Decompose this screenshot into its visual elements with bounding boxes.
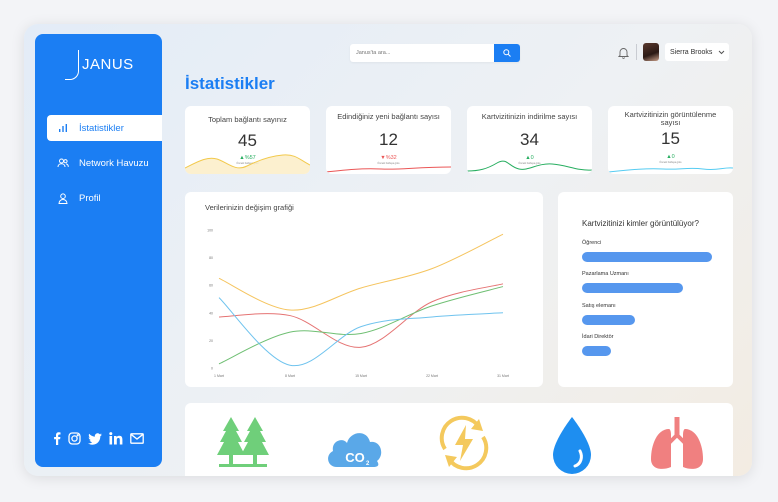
co2-cloud-icon: CO 2	[328, 433, 382, 467]
sidebar-item-label: Network Havuzu	[79, 157, 149, 169]
logo-text: JANUS	[82, 56, 134, 73]
chevron-down-icon	[718, 50, 725, 55]
sidebar-item-network-havuzu[interactable]: Network Havuzu	[47, 150, 162, 176]
series-line-0	[218, 233, 504, 311]
stat-title: Kartvizitinizin indirilme sayısı	[481, 112, 578, 121]
users-icon	[57, 157, 69, 169]
x-tick-label: 8 Mart	[285, 374, 295, 378]
viewers-title: Kartvizitinizi kimler görüntülüyor?	[582, 219, 699, 228]
x-tick-label: 1 Mart	[214, 374, 224, 378]
bar-chart-icon	[57, 122, 69, 134]
twitter-icon[interactable]	[88, 432, 102, 445]
stat-value: 34	[520, 130, 539, 149]
stat-card-card-views: Kartvizitinizin görüntülenme sayısı 15 ▲…	[608, 106, 733, 174]
trees-icon	[217, 417, 269, 467]
svg-text:CO: CO	[345, 450, 365, 465]
y-tick-label: 40	[209, 311, 213, 315]
mail-icon[interactable]	[130, 433, 144, 444]
stat-title: Edindiğiniz yeni bağlantı sayısı	[337, 112, 440, 121]
instagram-icon[interactable]	[68, 432, 81, 445]
search-button[interactable]	[494, 44, 520, 62]
linkedin-icon[interactable]	[109, 432, 123, 445]
viewer-label: Satış elemanı	[582, 303, 616, 309]
social-links	[53, 432, 144, 445]
viewer-label: Öğrenci	[582, 240, 602, 246]
line-chart-card: Verilerinizin değişim grafiği 0 20 40 60 80 1…	[185, 192, 543, 387]
stat-card-card-downloads: Kartvizitinizin indirilme sayısı 34 ▲0 Ö…	[467, 106, 592, 174]
user-area: Sierra Brooks	[618, 43, 729, 61]
energy-icon	[439, 415, 489, 471]
sparkline	[326, 166, 451, 173]
sparkline	[608, 167, 733, 173]
logo[interactable]: JANUS	[65, 50, 134, 80]
stat-value: 15	[661, 129, 680, 148]
sparkline	[467, 160, 592, 172]
user-name: Sierra Brooks	[670, 48, 713, 56]
avatar[interactable]	[643, 43, 659, 61]
y-tick-label: 60	[209, 284, 213, 288]
search-bar	[350, 44, 520, 62]
x-tick-label: 22 Mart	[426, 374, 438, 378]
sparkline	[185, 154, 310, 174]
page-title: İstatistikler	[185, 74, 275, 93]
viewer-bar-ogrenci	[582, 252, 712, 262]
stat-title: Toplam bağlantı sayınız	[208, 115, 287, 124]
stat-value: 12	[379, 130, 398, 149]
stat-title: Kartvizitinizin görüntülenme sayısı	[624, 110, 717, 127]
user-menu[interactable]: Sierra Brooks	[665, 43, 729, 61]
sidebar-item-label: Profil	[79, 192, 101, 204]
logo-mark	[65, 50, 79, 80]
viewer-bar-satis-elemani	[582, 315, 635, 325]
line-chart: 0 20 40 60 80 100 1 Mart 8 Mart 15 Mart 22 Mart 31…	[207, 229, 509, 379]
viewers-card: Kartvizitinizi kimler görüntülüyor? Öğre…	[558, 192, 733, 387]
y-tick-label: 20	[209, 339, 213, 343]
viewer-bar-idari-direktor	[582, 346, 611, 356]
series-line-1	[218, 283, 504, 348]
header-divider	[636, 44, 637, 60]
app-window: JANUS İstatistikler Network Havuzu Profi…	[24, 24, 752, 476]
search-input[interactable]	[350, 44, 494, 62]
bell-icon[interactable]	[618, 46, 630, 59]
stat-card-new-connections: Edindiğiniz yeni bağlantı sayısı 12 ▼%32…	[326, 106, 451, 174]
y-tick-label: 100	[207, 229, 213, 233]
x-tick-label: 31 Mart	[497, 374, 509, 378]
sidebar-item-label: İstatistikler	[79, 122, 124, 134]
series-line-3	[218, 297, 504, 367]
viewer-label: İdari Direktör	[582, 334, 614, 340]
water-drop-icon	[553, 417, 591, 474]
lungs-icon	[651, 417, 703, 469]
viewer-bar-pazarlama-uzmani	[582, 283, 683, 293]
facebook-icon[interactable]	[53, 432, 61, 445]
user-icon	[57, 192, 69, 204]
sidebar: JANUS İstatistikler Network Havuzu Profi…	[35, 34, 162, 467]
x-tick-label: 15 Mart	[355, 374, 367, 378]
series-line-2	[218, 286, 504, 365]
sidebar-item-istatistikler[interactable]: İstatistikler	[47, 115, 162, 141]
y-tick-label: 0	[211, 367, 213, 371]
sidebar-item-profil[interactable]: Profil	[47, 185, 162, 211]
stat-card-total-connections: Toplam bağlantı sayınız 45 ▲%57 Önceki h…	[185, 106, 310, 174]
y-tick-label: 80	[209, 256, 213, 260]
viewer-label: Pazarlama Uzmanı	[582, 271, 629, 277]
impact-icons-card: CO 2	[185, 403, 733, 476]
search-icon	[503, 49, 511, 57]
